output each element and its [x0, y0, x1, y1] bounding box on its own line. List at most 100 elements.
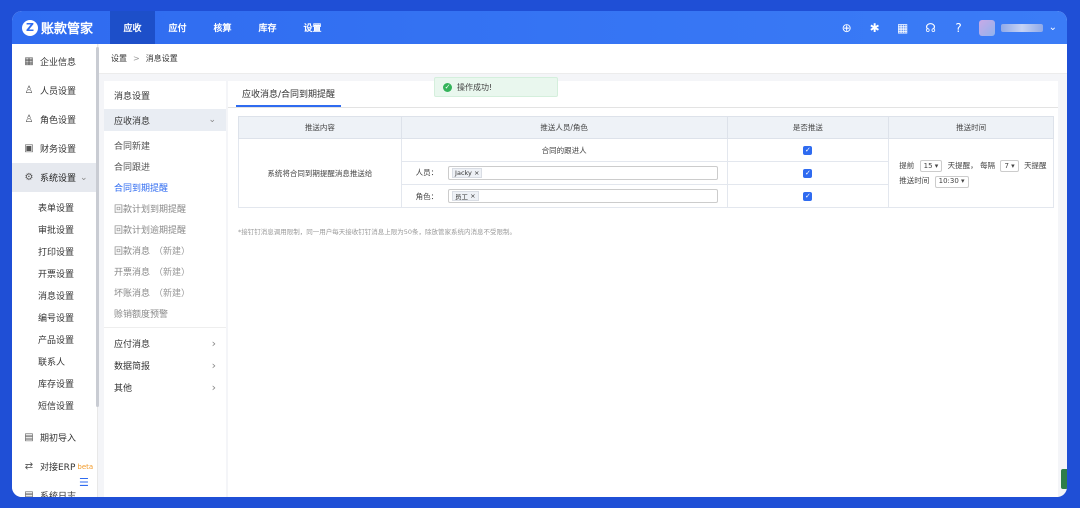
- sidebar-sub-approval[interactable]: 审批设置: [12, 218, 97, 240]
- logo-mark-icon: Z: [22, 19, 38, 36]
- app-logo[interactable]: Z 账款管家: [12, 18, 110, 37]
- topnav-tab-payable[interactable]: 应付: [155, 11, 200, 44]
- submenu-item-baddebt[interactable]: 坏账消息 （新建）: [104, 282, 226, 303]
- column-header: 推送时间: [888, 116, 1054, 139]
- main-panel: 应收消息/合同到期提醒 ✓ 操作成功! 推送内容 推送人员/角色 是否推送 推送…: [228, 77, 1058, 497]
- sidebar-item-system[interactable]: ⚙ 系统设置 ⌄: [12, 163, 97, 192]
- collapse-menu-icon[interactable]: ☰: [79, 476, 89, 489]
- checkbox-checked-icon: ✓: [803, 145, 813, 155]
- submenu-item-contract-followup[interactable]: 合同跟进: [104, 156, 226, 177]
- add-icon[interactable]: ⊕: [833, 11, 861, 44]
- interval-suffix: 天提醒: [1024, 160, 1047, 170]
- sidebar-scrollbar[interactable]: [96, 47, 99, 407]
- sidebar-item-staff[interactable]: ♙ 人员设置: [12, 76, 97, 105]
- submenu-group-payable[interactable]: 应付消息 ›: [104, 332, 226, 354]
- submenu-item-extra: （新建）: [154, 247, 191, 257]
- close-icon[interactable]: ×: [470, 192, 475, 200]
- submenu-item-credit-alert[interactable]: 赊销额度预警: [104, 303, 226, 324]
- side-widget-tab[interactable]: [1061, 469, 1067, 489]
- push-checkbox-role[interactable]: ✓: [726, 184, 890, 208]
- checkbox-checked-icon: ✓: [803, 168, 813, 178]
- push-time-label: 推送时间: [899, 176, 930, 185]
- limit-note: *接钉钉消息调用限制，同一用户每天接收钉钉消息上限为50条，除放管家系统内消息不…: [238, 228, 517, 236]
- close-icon[interactable]: ×: [474, 169, 479, 177]
- content-tabs: 应收消息/合同到期提醒: [228, 81, 1058, 108]
- support-icon[interactable]: ☊: [917, 11, 945, 44]
- submenu-item-plan-overdue[interactable]: 回款计划逾期提醒: [104, 219, 226, 240]
- tab-contract-expiry[interactable]: 应收消息/合同到期提醒: [236, 87, 342, 107]
- submenu-group-label: 其他: [114, 383, 133, 394]
- submenu-item-label: 赊销额度预警: [114, 310, 169, 320]
- sidebar-sub-message[interactable]: 消息设置: [12, 284, 97, 306]
- grid-icon[interactable]: ▦: [889, 11, 917, 44]
- breadcrumb-current: 消息设置: [145, 54, 178, 63]
- days-before-select[interactable]: 15 ▾: [919, 160, 943, 172]
- sidebar-sub-contact[interactable]: 联系人: [12, 350, 97, 372]
- sidebar-sub-form[interactable]: 表单设置: [12, 196, 97, 218]
- top-icon-group: ⊕ ✱ ▦ ☊ ? ⌄: [833, 11, 1057, 44]
- days-before-prefix: 提前: [899, 160, 915, 170]
- bug-icon[interactable]: ✱: [861, 11, 889, 44]
- push-checkbox-followup[interactable]: ✓: [726, 138, 890, 162]
- submenu-item-plan-due[interactable]: 回款计划到期提醒: [104, 198, 226, 219]
- sidebar-item-label: 人员设置: [40, 87, 77, 97]
- submenu-group-receivable[interactable]: 应收消息 ⌄: [104, 109, 226, 131]
- staff-tag: Jacky ×: [452, 168, 483, 178]
- sidebar-item-roles[interactable]: ♙ 角色设置: [12, 105, 97, 134]
- submenu-item-extra: （新建）: [154, 268, 191, 278]
- sidebar-sub-inventory[interactable]: 库存设置: [12, 372, 97, 394]
- breadcrumb-separator: >: [133, 54, 140, 63]
- dropdown-arrow-icon: ▾: [961, 177, 965, 185]
- sidebar-item-import[interactable]: ▤ 期初导入: [12, 423, 97, 452]
- submenu-group-other[interactable]: 其他 ›: [104, 376, 226, 398]
- sidebar-sub-invoice[interactable]: 开票设置: [12, 262, 97, 284]
- success-check-icon: ✓: [443, 82, 452, 92]
- topnav-tab-settings[interactable]: 设置: [290, 11, 335, 44]
- app-window: Z 账款管家 应收 应付 核算 库存 设置 ⊕ ✱ ▦ ☊ ? ⌄ ▦ 企业信息 …: [12, 11, 1067, 497]
- submenu-item-invoice[interactable]: 开票消息 （新建）: [104, 261, 226, 282]
- sidebar-sub-product[interactable]: 产品设置: [12, 328, 97, 350]
- topnav-tab-receivable[interactable]: 应收: [110, 11, 155, 44]
- sidebar-sub-numbering[interactable]: 编号设置: [12, 306, 97, 328]
- push-checkbox-staff[interactable]: ✓: [726, 161, 890, 185]
- topnav-tab-inventory[interactable]: 库存: [245, 11, 290, 44]
- sidebar-sub-print[interactable]: 打印设置: [12, 240, 97, 262]
- submenu-group-label: 应付消息: [114, 339, 151, 350]
- push-time-select[interactable]: 10:30 ▾: [934, 175, 969, 188]
- sidebar-item-label: 角色设置: [40, 116, 77, 126]
- top-navbar: Z 账款管家 应收 应付 核算 库存 设置 ⊕ ✱ ▦ ☊ ? ⌄: [12, 11, 1067, 44]
- sidebar: ▦ 企业信息 ♙ 人员设置 ♙ 角色设置 ▣ 财务设置 ⚙ 系统设置 ⌄ 表单设置 审批设置…: [12, 44, 98, 497]
- avatar[interactable]: [978, 19, 995, 36]
- submenu-item-payment[interactable]: 回款消息 （新建）: [104, 240, 226, 261]
- sync-icon: ⇄: [24, 461, 34, 472]
- finance-icon: ▣: [24, 143, 34, 154]
- topnav-tab-accounting[interactable]: 核算: [200, 11, 245, 44]
- role-select-input[interactable]: 员工 ×: [448, 189, 719, 203]
- submenu-item-contract-expiry[interactable]: 合同到期提醒: [104, 177, 226, 198]
- log-icon: ▤: [24, 490, 34, 497]
- breadcrumb-root[interactable]: 设置: [111, 53, 127, 64]
- interval-select[interactable]: 7 ▾: [1000, 160, 1019, 172]
- app-name: 账款管家: [41, 22, 94, 37]
- chevron-down-icon[interactable]: ⌄: [1049, 22, 1057, 33]
- staff-tag-label: Jacky: [455, 169, 472, 177]
- sidebar-item-label: 对接ERP: [40, 463, 76, 473]
- staff-select-input[interactable]: Jacky ×: [448, 166, 719, 180]
- submenu-item-label: 开票消息: [114, 268, 151, 278]
- recipient-role-cell: 角色： 员工 ×: [400, 184, 728, 208]
- submenu-group-report[interactable]: 数据简报 ›: [104, 354, 226, 376]
- dropdown-arrow-icon: ▾: [1011, 161, 1015, 170]
- column-header: 推送内容: [238, 116, 402, 139]
- sidebar-item-label: 系统设置: [40, 174, 77, 184]
- sidebar-item-label: 系统日志: [40, 492, 77, 497]
- user-name-blurred[interactable]: [1000, 23, 1043, 32]
- submenu-item-contract-new[interactable]: 合同新建: [104, 135, 226, 156]
- sidebar-item-finance[interactable]: ▣ 财务设置: [12, 134, 97, 163]
- chevron-right-icon: ›: [211, 380, 216, 394]
- help-icon[interactable]: ?: [945, 11, 973, 44]
- sidebar-item-company[interactable]: ▦ 企业信息: [12, 47, 97, 76]
- submenu-item-label: 回款计划到期提醒: [114, 205, 187, 215]
- push-settings-table: 推送内容 推送人员/角色 是否推送 推送时间 系统将合同到期提醒消息推送给 合同…: [238, 116, 1054, 208]
- recipient-followup-label: 合同的跟进人: [400, 138, 728, 162]
- sidebar-sub-sms[interactable]: 短信设置: [12, 394, 97, 416]
